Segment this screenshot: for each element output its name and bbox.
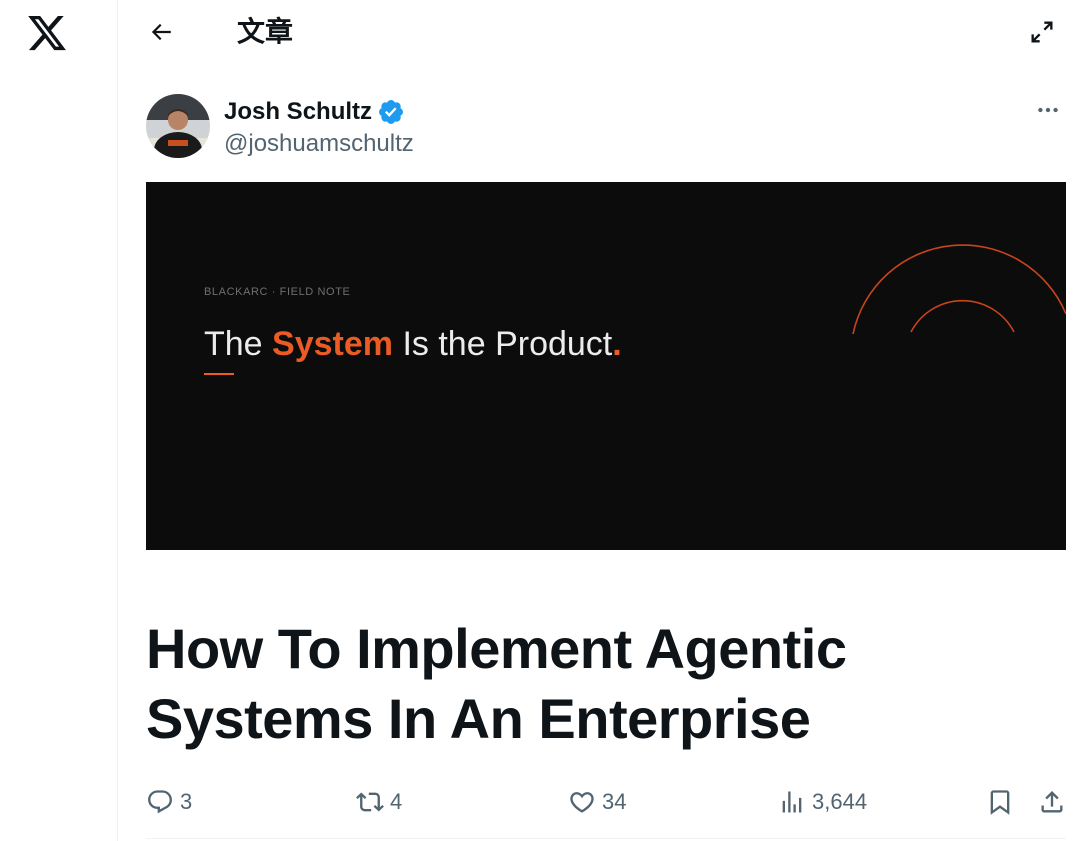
arrow-left-icon <box>151 23 171 41</box>
views-count: 3,644 <box>812 789 868 814</box>
reply-button[interactable]: 3 <box>146 782 192 822</box>
author-handle[interactable]: @joshuamschultz <box>224 128 414 160</box>
author-name-text: Josh Schultz <box>224 98 373 125</box>
cover-headline-period: . <box>612 325 622 363</box>
cover-arcs-decoration <box>852 244 1066 335</box>
more-horizontal-icon <box>1038 107 1058 113</box>
share-button[interactable] <box>1038 782 1066 822</box>
avatar[interactable] <box>146 94 210 158</box>
like-icon <box>570 792 594 813</box>
top-bar: 文章 <box>119 0 1080 64</box>
x-logo-icon[interactable] <box>26 12 68 54</box>
action-bar: 3 4 34 3,644 <box>146 782 1066 822</box>
bookmark-button[interactable] <box>986 782 1014 822</box>
article-cover-image[interactable]: BLACKARC · FIELD NOTE The System Is the … <box>146 182 1066 550</box>
cover-headline-before: The <box>204 325 273 363</box>
cover-underline <box>204 373 234 375</box>
verified-badge-icon <box>379 100 403 124</box>
repost-button[interactable]: 4 <box>356 782 402 822</box>
like-count: 34 <box>602 789 627 814</box>
bookmark-icon <box>990 790 1010 815</box>
page-title: 文章 <box>237 15 294 48</box>
back-button[interactable] <box>143 14 179 50</box>
more-button[interactable] <box>1030 98 1066 122</box>
author-row: Josh Schultz @joshuamschultz <box>146 94 1066 162</box>
article-title-line-2: Systems In An Enterprise <box>146 687 811 750</box>
left-nav-rail <box>0 0 118 841</box>
article-title: How To Implement Agentic Systems In An E… <box>146 614 1046 754</box>
repost-icon <box>356 792 384 812</box>
repost-count: 4 <box>390 789 403 814</box>
author-name[interactable]: Josh Schultz <box>224 96 405 128</box>
bottom-divider <box>146 838 1066 839</box>
like-button[interactable]: 34 <box>568 782 626 822</box>
share-icon <box>1041 791 1063 813</box>
cover-headline: The System Is the Product. <box>204 324 622 364</box>
views-button[interactable]: 3,644 <box>778 782 867 822</box>
cover-headline-after: Is the Product <box>393 325 613 363</box>
reply-count: 3 <box>180 789 193 814</box>
views-icon <box>782 791 802 813</box>
cover-eyebrow: BLACKARC · FIELD NOTE <box>204 286 351 298</box>
cover-headline-accent: System <box>272 325 394 363</box>
expand-icon <box>1031 21 1053 43</box>
article-title-line-1: How To Implement Agentic <box>146 617 847 680</box>
expand-button[interactable] <box>1024 14 1060 50</box>
reply-icon <box>148 790 172 814</box>
